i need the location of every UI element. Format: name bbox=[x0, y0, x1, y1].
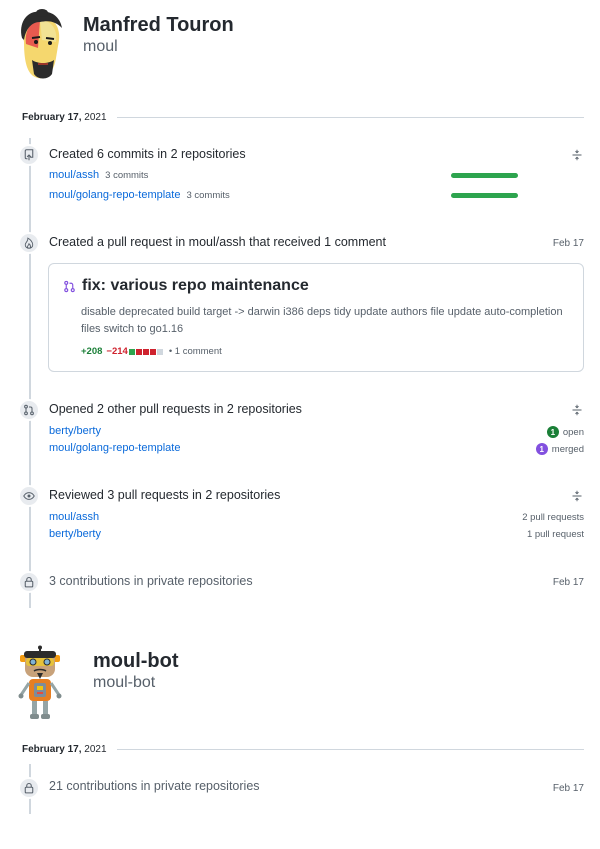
diffstat-block bbox=[156, 348, 163, 355]
date-divider bbox=[116, 116, 584, 118]
private-contributions-title: 21 contributions in private repositories bbox=[49, 779, 260, 793]
additions-count: +208 bbox=[81, 346, 103, 357]
commit-count: 3 commits bbox=[105, 170, 149, 181]
date-divider bbox=[116, 748, 584, 750]
pr-stats: +208 −214 • 1 comment bbox=[81, 346, 222, 357]
git-pull-request-icon bbox=[64, 280, 75, 292]
event-date: Feb 17 bbox=[552, 238, 584, 249]
commit-bar bbox=[451, 193, 518, 198]
comment-count[interactable]: • 1 comment bbox=[169, 346, 222, 357]
date-label: February 17, 2021 bbox=[22, 111, 107, 123]
diffstat-block bbox=[149, 348, 156, 355]
list-item: berty/berty 1 open bbox=[49, 425, 584, 439]
commit-bar bbox=[451, 173, 518, 178]
list-item: moul/golang-repo-template 3 commits bbox=[49, 189, 584, 203]
diffstat-block bbox=[135, 348, 142, 355]
fold-icon[interactable] bbox=[571, 404, 583, 416]
pr-event-title: Created a pull request in moul/assh that… bbox=[49, 235, 386, 249]
status-label: open bbox=[562, 426, 584, 438]
repo-link[interactable]: moul/golang-repo-template bbox=[49, 442, 180, 454]
list-item: moul/assh 3 commits bbox=[49, 169, 584, 183]
user-login: moul-bot bbox=[93, 674, 156, 691]
status-badge: 1 bbox=[546, 426, 559, 438]
repo-push-icon bbox=[18, 144, 40, 166]
pull-request-card: fix: various repo maintenance disable de… bbox=[48, 263, 584, 372]
timeline-line bbox=[29, 138, 31, 608]
pr-description: disable deprecated build target -> darwi… bbox=[81, 306, 563, 335]
event-date: Feb 17 bbox=[552, 783, 584, 794]
avatar-moul[interactable] bbox=[10, 8, 70, 84]
pr-status: 1 open bbox=[546, 426, 584, 438]
flame-icon bbox=[18, 232, 40, 254]
list-item: moul/assh 2 pull requests bbox=[49, 511, 584, 525]
fold-icon[interactable] bbox=[571, 149, 583, 161]
fold-icon[interactable] bbox=[571, 490, 583, 502]
commits-event-title: Created 6 commits in 2 repositories bbox=[49, 147, 246, 161]
date-separator: February 17, 2021 bbox=[22, 742, 584, 756]
user-full-name: moul-bot bbox=[93, 650, 179, 672]
event-date: Feb 17 bbox=[552, 577, 584, 588]
diffstat-block bbox=[128, 348, 135, 355]
pr-title-link[interactable]: fix: various repo maintenance bbox=[82, 277, 309, 295]
repo-link[interactable]: berty/berty bbox=[49, 528, 101, 540]
repo-link[interactable]: berty/berty bbox=[49, 425, 101, 437]
date-label: February 17, 2021 bbox=[22, 743, 107, 755]
review-count: 1 pull request bbox=[526, 529, 584, 540]
user-full-name: Manfred Touron bbox=[83, 14, 234, 36]
reviewed-event-title: Reviewed 3 pull requests in 2 repositori… bbox=[49, 488, 281, 502]
profile-header-moul-bot bbox=[10, 645, 70, 721]
private-contributions-title: 3 contributions in private repositories bbox=[49, 574, 253, 588]
eye-icon bbox=[18, 485, 40, 507]
pr-card-header: fix: various repo maintenance bbox=[63, 277, 309, 295]
avatar-moul-bot[interactable] bbox=[10, 645, 70, 721]
lock-icon bbox=[18, 777, 40, 799]
lock-icon bbox=[18, 571, 40, 593]
diffstat-block bbox=[142, 348, 149, 355]
status-label: merged bbox=[551, 443, 584, 455]
commit-count: 3 commits bbox=[186, 190, 230, 201]
list-item: berty/berty 1 pull request bbox=[49, 528, 584, 542]
profile-header-moul bbox=[10, 8, 70, 84]
deletions-count: −214 bbox=[106, 346, 128, 357]
repo-link[interactable]: moul/assh bbox=[49, 169, 99, 181]
pr-status: 1 merged bbox=[535, 443, 584, 455]
repo-link[interactable]: moul/assh bbox=[49, 511, 99, 523]
repo-link[interactable]: moul/golang-repo-template bbox=[49, 189, 180, 201]
user-login: moul bbox=[83, 38, 118, 55]
date-separator: February 17, 2021 bbox=[22, 110, 584, 124]
status-badge: 1 bbox=[535, 443, 548, 455]
list-item: moul/golang-repo-template 1 merged bbox=[49, 442, 584, 456]
review-count: 2 pull requests bbox=[522, 512, 584, 523]
git-pull-request-icon bbox=[18, 399, 40, 421]
opened-event-title: Opened 2 other pull requests in 2 reposi… bbox=[49, 402, 302, 416]
